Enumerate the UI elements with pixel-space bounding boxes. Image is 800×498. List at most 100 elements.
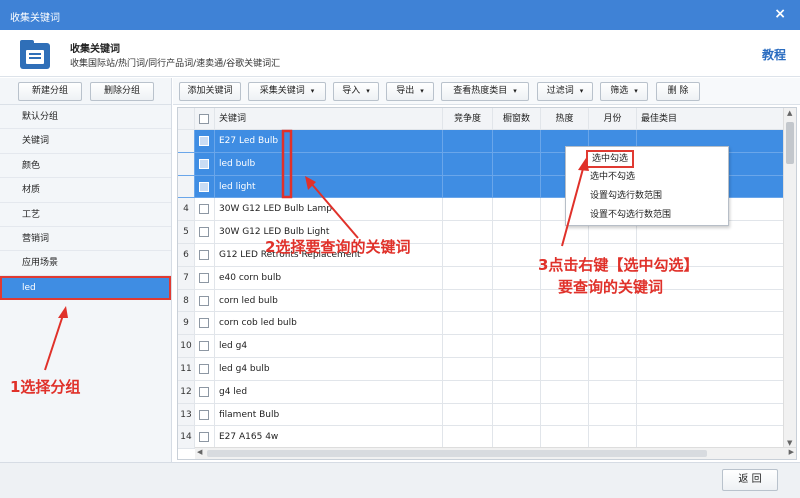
row-checkbox[interactable]	[195, 289, 215, 312]
column-month[interactable]: 月份	[589, 108, 637, 129]
keyword-cell[interactable]: e40 corn bulb	[215, 266, 443, 289]
vertical-scrollbar[interactable]: ▲ ▼	[783, 108, 796, 448]
table-row[interactable]: 10 led g4	[178, 335, 783, 358]
scroll-left-icon[interactable]: ◀	[197, 448, 202, 456]
keyword-cell[interactable]: corn led bulb	[215, 289, 443, 312]
checkbox-icon	[199, 227, 209, 238]
scroll-right-icon[interactable]: ▶	[789, 448, 794, 456]
keyword-cell[interactable]: E27 A165 4w	[215, 426, 443, 449]
sidebar-item-color[interactable]: 颜色	[0, 154, 171, 179]
row-number	[178, 152, 195, 175]
keyword-cell[interactable]: g4 led	[215, 380, 443, 403]
sidebar-item-default[interactable]: 默认分组	[0, 105, 171, 130]
chevron-down-icon: ▾	[420, 87, 424, 95]
row-checkbox[interactable]	[195, 175, 215, 198]
row-checkbox[interactable]	[195, 221, 215, 243]
table-row[interactable]: 13 filament Bulb	[178, 403, 783, 427]
competition-cell	[443, 403, 493, 426]
row-number-header	[178, 108, 195, 129]
table-row[interactable]: 12 g4 led	[178, 380, 783, 404]
column-showcase[interactable]: 橱窗数	[493, 108, 541, 129]
sidebar-item-led[interactable]: led	[0, 275, 171, 301]
dialog-header: 收集关键词 收集国际站/热门词/同行产品词/速卖通/谷歌关键词汇 教程	[0, 30, 800, 77]
row-checkbox[interactable]	[195, 130, 215, 152]
delete-button[interactable]: 删 除	[656, 82, 700, 101]
collect-keyword-button[interactable]: 采集关键词 ▾	[248, 82, 326, 101]
row-number	[178, 130, 195, 152]
table-row[interactable]: 8 corn led bulb	[178, 289, 783, 313]
table-row[interactable]: 9 corn cob led bulb	[178, 312, 783, 336]
sidebar-item-marketing[interactable]: 营销词	[0, 227, 171, 252]
horizontal-scrollbar[interactable]: ◀ ▶	[195, 447, 796, 459]
keyword-cell[interactable]: led g4	[215, 335, 443, 357]
row-checkbox[interactable]	[195, 426, 215, 449]
heat-category-label: 查看热度类目	[453, 86, 508, 96]
new-group-button[interactable]: 新建分组	[18, 82, 82, 101]
scroll-thumb[interactable]	[786, 122, 794, 164]
keyword-cell[interactable]: filament Bulb	[215, 403, 443, 426]
column-best-category[interactable]: 最佳类目	[637, 108, 783, 129]
table-row[interactable]: 14 E27 A165 4w	[178, 426, 783, 450]
menu-item-set-check-range[interactable]: 设置勾选行数范围	[590, 187, 662, 205]
header-subtitle: 收集国际站/热门词/同行产品词/速卖通/谷歌关键词汇	[70, 59, 281, 69]
heat-cell	[541, 335, 589, 357]
keyword-cell[interactable]: E27 Led Bulb	[215, 130, 443, 152]
keyword-cell[interactable]: 30W G12 LED Bulb Lamp	[215, 198, 443, 221]
checkbox-icon	[199, 204, 209, 215]
filter-words-button[interactable]: 过滤词 ▾	[537, 82, 593, 101]
screen-button[interactable]: 筛选 ▾	[600, 82, 648, 101]
import-button[interactable]: 导入 ▾	[333, 82, 379, 101]
row-checkbox[interactable]	[195, 266, 215, 289]
keyword-cell[interactable]: led light	[215, 175, 443, 198]
menu-item-check-selected[interactable]: 选中勾选	[586, 150, 635, 168]
keyword-cell[interactable]: led g4 bulb	[215, 358, 443, 380]
annotation-step3-line1: 3点击右键【选中勾选】	[538, 256, 699, 274]
close-icon[interactable]: ×	[774, 6, 786, 22]
keyword-cell[interactable]: corn cob led bulb	[215, 312, 443, 335]
menu-item-uncheck-selected[interactable]: 选中不勾选	[590, 168, 635, 186]
scroll-thumb[interactable]	[207, 450, 707, 457]
checkbox-icon	[199, 432, 209, 443]
chevron-down-icon: ▾	[634, 87, 638, 95]
menu-item-set-uncheck-range[interactable]: 设置不勾选行数范围	[590, 206, 671, 224]
dialog-footer: 返 回	[0, 462, 800, 498]
sidebar-toolbar: 新建分组 删除分组	[0, 78, 171, 105]
tutorial-link[interactable]: 教程	[762, 46, 786, 63]
row-checkbox[interactable]	[195, 358, 215, 380]
row-checkbox[interactable]	[195, 380, 215, 403]
row-checkbox[interactable]	[195, 152, 215, 175]
competition-cell	[443, 130, 493, 152]
delete-group-button[interactable]: 删除分组	[90, 82, 154, 101]
row-checkbox[interactable]	[195, 403, 215, 426]
row-checkbox[interactable]	[195, 335, 215, 357]
sidebar-item-keywords[interactable]: 关键词	[0, 129, 171, 154]
competition-cell	[443, 198, 493, 221]
add-keyword-button[interactable]: 添加关键词	[179, 82, 241, 101]
showcase-cell	[493, 266, 541, 289]
header-title: 收集关键词	[70, 44, 120, 55]
chevron-down-icon: ▾	[513, 87, 517, 95]
row-checkbox[interactable]	[195, 312, 215, 335]
competition-cell	[443, 266, 493, 289]
table-row[interactable]: 11 led g4 bulb	[178, 358, 783, 381]
import-label: 导入	[342, 86, 361, 96]
keyword-cell[interactable]: led bulb	[215, 152, 443, 175]
column-heat[interactable]: 热度	[541, 108, 589, 129]
row-checkbox[interactable]	[195, 198, 215, 221]
back-button[interactable]: 返 回	[722, 469, 778, 491]
annotation-step1: 1选择分组	[10, 378, 81, 396]
export-button[interactable]: 导出 ▾	[386, 82, 434, 101]
month-cell	[589, 312, 637, 335]
sidebar-item-material[interactable]: 材质	[0, 178, 171, 203]
select-all-checkbox[interactable]	[195, 108, 215, 129]
row-number: 12	[178, 380, 195, 403]
sidebar-item-craft[interactable]: 工艺	[0, 203, 171, 227]
scroll-down-icon[interactable]: ▼	[787, 439, 792, 447]
column-competition[interactable]: 竞争度	[443, 108, 493, 129]
scroll-up-icon[interactable]: ▲	[787, 109, 792, 117]
row-checkbox[interactable]	[195, 244, 215, 266]
heat-category-button[interactable]: 查看热度类目 ▾	[441, 82, 529, 101]
window-title: 收集关键词	[10, 13, 60, 24]
column-keyword[interactable]: 关键词	[215, 108, 443, 129]
sidebar-item-scenario[interactable]: 应用场景	[0, 251, 171, 276]
